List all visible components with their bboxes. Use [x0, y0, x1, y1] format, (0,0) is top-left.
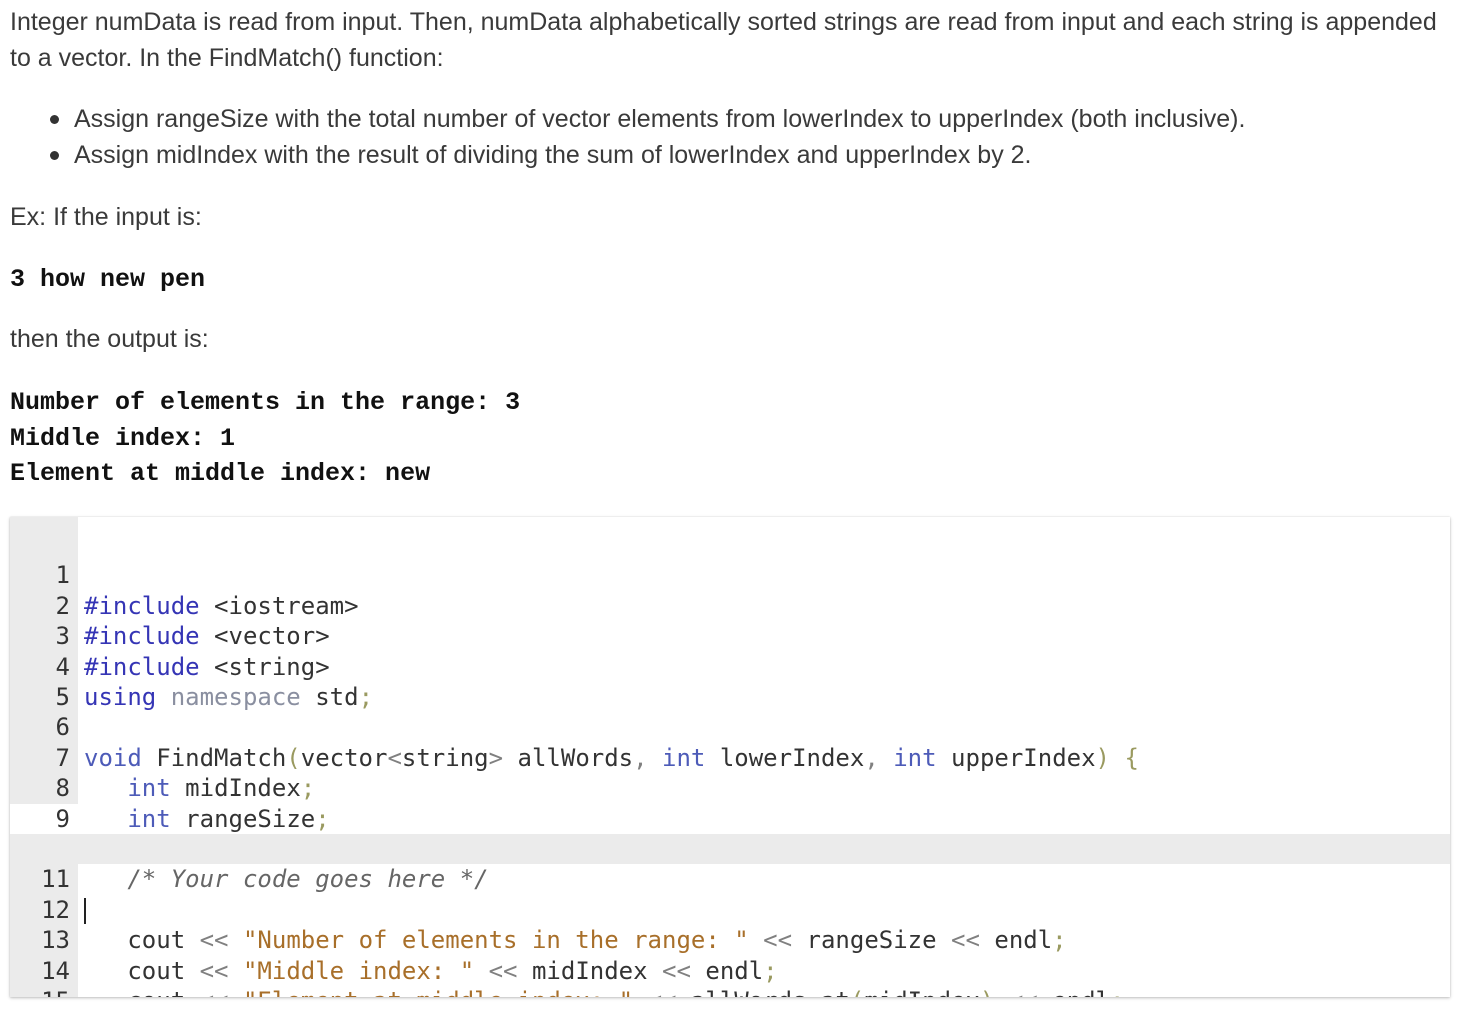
- bullet-icon: [50, 115, 59, 124]
- code-line[interactable]: 7 int midIndex;: [10, 712, 1450, 802]
- output-line: Number of elements in the range: 3: [10, 388, 521, 417]
- code-line[interactable]: 16: [10, 986, 1450, 997]
- code-editor[interactable]: 1 #include <iostream> 2 #include <vector…: [10, 517, 1450, 997]
- example-label: Ex: If the input is:: [10, 203, 202, 231]
- output-line: Middle index: 1: [10, 423, 236, 453]
- output-line: Element at middle index: new: [10, 459, 431, 488]
- example-input: 3 how new pen: [10, 265, 206, 294]
- code-line[interactable]: 12 cout << "Number of elements in the ra…: [10, 864, 1450, 954]
- code-line[interactable]: 2 #include <vector>: [10, 560, 1450, 650]
- code-line[interactable]: 1 #include <iostream>: [10, 530, 1450, 619]
- code-line[interactable]: 14 cout << "Element at middle index: " <…: [10, 925, 1450, 997]
- code-line[interactable]: 10 /* Your code goes here */: [10, 804, 1450, 893]
- code-line[interactable]: 9: [10, 773, 1450, 834]
- list-item: Assign rangeSize with the total number o…: [50, 101, 1245, 137]
- example-output: Number of elements in the range: 3 Middle…: [10, 385, 520, 492]
- code-line[interactable]: 15 }: [10, 956, 1450, 997]
- code-line[interactable]: 5: [10, 652, 1450, 711]
- output-label: then the output is:: [10, 325, 209, 353]
- list-item: Assign midIndex with the result of divid…: [50, 137, 1245, 173]
- code-line[interactable]: 8 int rangeSize;: [10, 743, 1450, 832]
- code-line[interactable]: 6 void FindMatch(vector<string> allWords…: [10, 682, 1450, 771]
- requirements-list: Assign rangeSize with the total number o…: [10, 101, 1245, 173]
- code-line[interactable]: 4 using namespace std;: [10, 621, 1450, 711]
- code-line[interactable]: 3 #include <string>: [10, 591, 1450, 680]
- bullet-icon: [50, 151, 59, 160]
- problem-description: Integer numData is read from input. Then…: [10, 8, 1437, 72]
- active-code-line[interactable]: 11: [10, 834, 1450, 924]
- code-line[interactable]: 13 cout << "Middle index: " << midIndex …: [10, 895, 1450, 984]
